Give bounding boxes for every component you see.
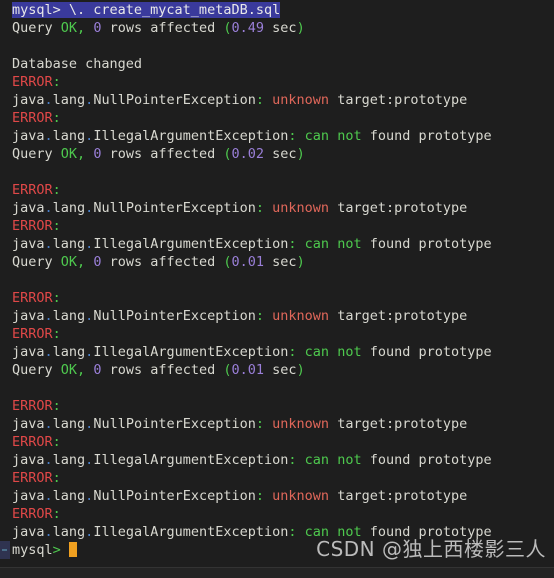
terminal-bottom-bar [0, 567, 554, 578]
query-ok-line: Query OK, 0 rows affected (0.02 sec) [12, 146, 305, 162]
nullpointer-exception-line: java.lang.NullPointerException: unknown … [12, 92, 468, 108]
error-label-line: ERROR: [12, 74, 61, 90]
nullpointer-exception-line: java.lang.NullPointerException: unknown … [12, 416, 468, 432]
text-cursor[interactable] [68, 542, 77, 557]
illegalargument-exception-line: java.lang.IllegalArgumentException: can … [12, 452, 492, 468]
error-label-line: ERROR: [12, 434, 61, 450]
error-label-line: ERROR: [12, 110, 61, 126]
error-label-line: ERROR: [12, 326, 61, 342]
nullpointer-exception-line: java.lang.NullPointerException: unknown … [12, 200, 468, 216]
nullpointer-exception-line: java.lang.NullPointerException: unknown … [12, 488, 468, 504]
error-label-line: ERROR: [12, 182, 61, 198]
selected-command-line[interactable]: mysql> \. create_mycat_metaDB.sql [0, 1, 554, 19]
error-label-line: ERROR: [12, 470, 61, 486]
terminal-window[interactable]: mysql> \. create_mycat_metaDB.sql Query O… [0, 0, 554, 578]
csdn-watermark: CSDN @独上西楼影三人 [316, 537, 546, 561]
query-ok-line: Query OK, 0 rows affected (0.01 sec) [12, 362, 305, 378]
nullpointer-exception-line: java.lang.NullPointerException: unknown … [12, 308, 468, 324]
illegalargument-exception-line: java.lang.IllegalArgumentException: can … [12, 236, 492, 252]
prompt-dash-icon [2, 549, 7, 551]
illegalargument-exception-line: java.lang.IllegalArgumentException: can … [12, 344, 492, 360]
illegalargument-exception-line: java.lang.IllegalArgumentException: can … [12, 128, 492, 144]
status-line: Database changed [12, 56, 143, 72]
query-ok-line: Query OK, 0 rows affected (0.01 sec) [12, 254, 305, 270]
error-label-line: ERROR: [12, 398, 61, 414]
query-ok-line: Query OK, 0 rows affected (0.49 sec) [12, 20, 305, 36]
error-label-line: ERROR: [12, 506, 61, 522]
error-label-line: ERROR: [12, 218, 61, 234]
error-label-line: ERROR: [12, 290, 61, 306]
selection-highlight[interactable]: mysql> \. create_mycat_metaDB.sql [12, 2, 281, 18]
terminal-output[interactable]: mysql> \. create_mycat_metaDB.sql Query O… [0, 0, 554, 559]
